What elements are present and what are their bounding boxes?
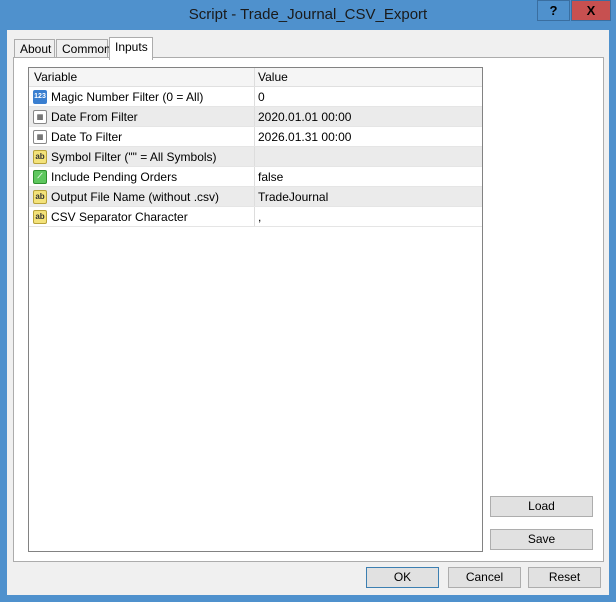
variable-name: Symbol Filter ("" = All Symbols) (51, 149, 217, 164)
datetime-icon: ▦ (33, 129, 47, 144)
table-row[interactable]: ab CSV Separator Character, (29, 207, 482, 227)
help-button[interactable]: ? (537, 0, 570, 21)
variable-name: Date From Filter (51, 109, 138, 124)
ok-button[interactable]: OK (366, 567, 439, 588)
table-row[interactable]: ab Output File Name (without .csv) TradeJo… (29, 187, 482, 207)
table-row[interactable]: 123 Magic Number Filter (0 = All) 0 (29, 87, 482, 107)
table-row[interactable]: ab Symbol Filter ("" = All Symbols) (29, 147, 482, 167)
value-cell[interactable]: 2026.01.31 00:00 (255, 127, 482, 146)
value-cell[interactable]: false (255, 167, 482, 186)
variable-name: CSV Separator Character (51, 209, 188, 224)
variable-cell: ab Symbol Filter ("" = All Symbols) (29, 147, 255, 166)
table-row[interactable]: ▦ Date From Filter 2020.01.01 00:00 (29, 107, 482, 127)
variable-cell: ab Output File Name (without .csv) (29, 187, 255, 206)
tab-common[interactable]: Common (56, 39, 111, 59)
reset-button[interactable]: Reset (528, 567, 601, 588)
variable-name: Date To Filter (51, 129, 123, 144)
dialog-body: About Common Inputs Variable Value 123 Ma… (7, 30, 609, 595)
value-cell[interactable] (255, 147, 482, 166)
table-row[interactable]: ⟋ Include Pending Orders false (29, 167, 482, 187)
datetime-icon: ▦ (33, 109, 47, 124)
column-header-value[interactable]: Value (255, 68, 482, 86)
variable-cell: ab CSV Separator Character (29, 207, 255, 226)
variable-name: Magic Number Filter (0 = All) (51, 89, 204, 104)
value-cell[interactable]: 2020.01.01 00:00 (255, 107, 482, 126)
variable-cell: ▦ Date To Filter (29, 127, 255, 146)
variable-cell: 123 Magic Number Filter (0 = All) (29, 87, 255, 106)
string-icon: ab (33, 209, 47, 224)
column-header-variable[interactable]: Variable (29, 68, 255, 86)
load-button[interactable]: Load (490, 496, 593, 517)
string-icon: ab (33, 189, 47, 204)
tab-inputs[interactable]: Inputs (109, 37, 153, 60)
close-button[interactable]: X (571, 0, 611, 21)
variable-name: Include Pending Orders (51, 169, 178, 184)
variable-cell: ▦ Date From Filter (29, 107, 255, 126)
string-icon: ab (33, 149, 47, 164)
inputs-panel: Variable Value 123 Magic Number Filter (0… (13, 57, 604, 562)
table-row[interactable]: ▦ Date To Filter 2026.01.31 00:00 (29, 127, 482, 147)
cancel-button[interactable]: Cancel (448, 567, 521, 588)
value-cell[interactable]: TradeJournal (255, 187, 482, 206)
inputs-grid: Variable Value 123 Magic Number Filter (0… (28, 67, 483, 552)
grid-header: Variable Value (29, 68, 482, 87)
value-cell[interactable]: 0 (255, 87, 482, 106)
bool-icon: ⟋ (33, 169, 47, 184)
tab-about[interactable]: About (14, 39, 55, 59)
variable-cell: ⟋ Include Pending Orders (29, 167, 255, 186)
value-cell[interactable]: , (255, 207, 482, 226)
save-button[interactable]: Save (490, 529, 593, 550)
window-title: Script - Trade_Journal_CSV_Export (188, 6, 428, 23)
variable-name: Output File Name (without .csv) (51, 189, 220, 204)
integer-icon: 123 (33, 89, 47, 104)
